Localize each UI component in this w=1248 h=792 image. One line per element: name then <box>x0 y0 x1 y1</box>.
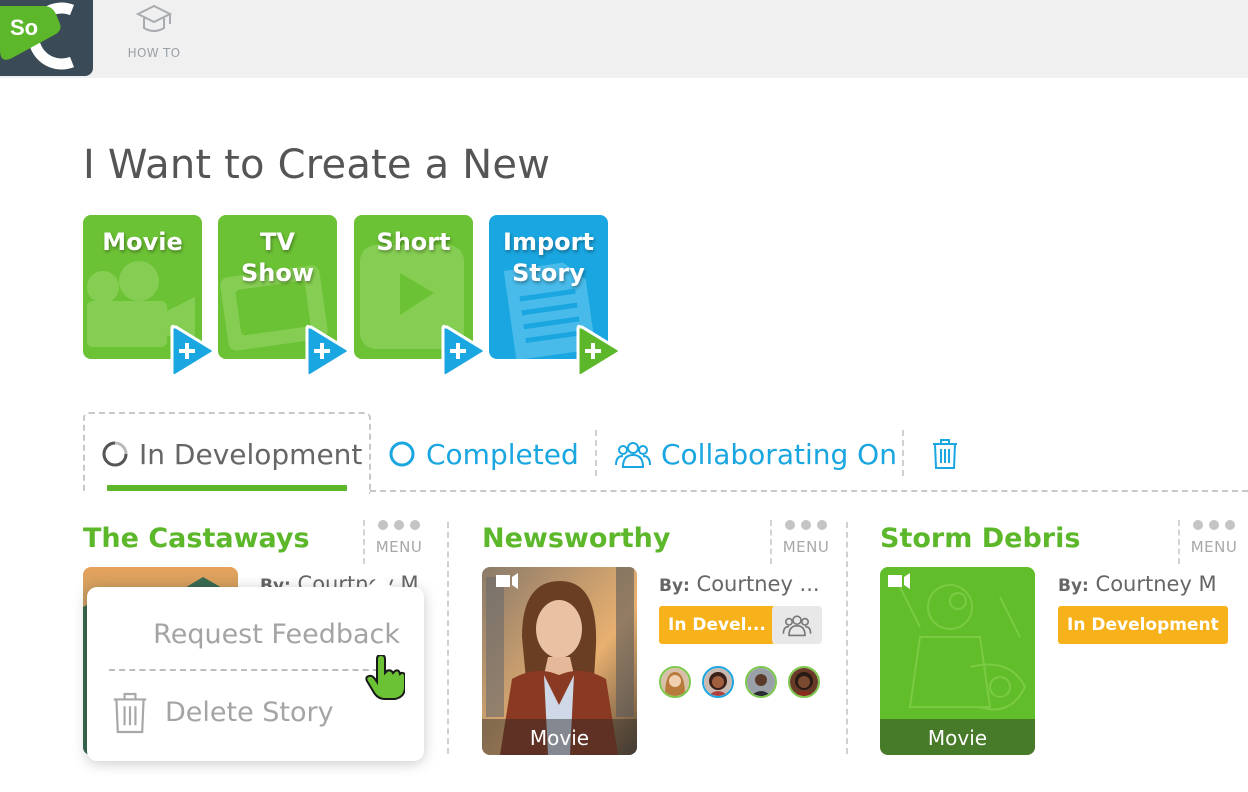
author-name: Courtney ... <box>696 572 820 596</box>
more-dots-icon <box>365 520 433 530</box>
create-tv-show-tile[interactable]: TV Show <box>218 215 350 378</box>
status-badge: In Development <box>1058 606 1228 644</box>
hand-pointer-cursor-icon <box>365 655 405 700</box>
tab-baseline <box>370 490 1248 492</box>
by-label: By: <box>1058 576 1089 596</box>
create-movie-tile[interactable]: Movie <box>83 215 215 378</box>
by-label: By: <box>659 576 690 596</box>
torn-paper-edge <box>0 60 1248 76</box>
story-tabs: In Development Completed Collaborating O… <box>83 412 1248 494</box>
story-title[interactable]: Newsworthy <box>482 523 670 554</box>
story-menu-button[interactable]: MENU <box>1178 520 1248 564</box>
import-story-tile[interactable]: Import Story <box>489 215 621 378</box>
page-title: I Want to Create a New <box>83 142 551 188</box>
trash-icon <box>933 439 957 469</box>
tab-label: Collaborating On <box>661 437 897 471</box>
story-byline: By: Courtney ... <box>659 572 820 596</box>
story-card-storm-debris: Storm Debris MENU Movie By: Courtney M I… <box>880 520 1248 760</box>
story-menu-button[interactable]: MENU <box>770 520 840 564</box>
column-divider <box>447 522 449 754</box>
circle-icon <box>389 441 415 467</box>
add-movie-button[interactable] <box>168 323 216 379</box>
collaborator-avatar[interactable] <box>745 666 777 698</box>
tab-label: Completed <box>426 437 579 471</box>
graduation-cap-icon <box>135 4 173 32</box>
story-poster[interactable]: Movie <box>880 567 1035 755</box>
story-poster[interactable]: Movie <box>482 567 637 755</box>
menu-label: MENU <box>1190 538 1238 556</box>
poster-caption: Movie <box>482 719 637 755</box>
in-progress-circle-icon <box>102 441 128 467</box>
more-dots-icon <box>772 520 840 530</box>
people-group-icon <box>615 442 651 468</box>
collaborator-avatar[interactable] <box>788 666 820 698</box>
active-tab-indicator <box>107 485 347 491</box>
app-logo[interactable]: So <box>0 0 93 76</box>
story-menu-button[interactable]: MENU <box>363 520 433 564</box>
delete-story-item[interactable]: Delete Story <box>165 697 334 728</box>
menu-label: MENU <box>782 538 830 556</box>
how-to-label: HOW TO <box>127 46 181 60</box>
tab-collaborating-on[interactable]: Collaborating On <box>615 434 897 474</box>
tab-label: In Development <box>139 437 363 471</box>
tab-divider <box>595 430 597 476</box>
tile-label: Import Story <box>503 228 594 287</box>
tab-in-development[interactable]: In Development <box>101 434 362 474</box>
create-short-tile[interactable]: Short <box>354 215 486 378</box>
tab-divider <box>902 430 904 476</box>
story-byline: By: Courtney M <box>1058 572 1217 596</box>
add-import-story-button[interactable] <box>574 323 622 379</box>
story-card-newsworthy: Newsworthy MENU Movie By: Courtney ... I… <box>482 520 832 760</box>
tile-label: TV Show <box>240 228 315 287</box>
logo-text: So <box>10 15 38 40</box>
add-short-button[interactable] <box>439 323 487 379</box>
collaborators-button[interactable] <box>772 606 822 644</box>
trash-icon <box>113 692 147 734</box>
tab-trash[interactable] <box>931 434 959 474</box>
poster-caption: Movie <box>880 719 1035 755</box>
tile-label: Movie <box>102 228 183 256</box>
story-title[interactable]: Storm Debris <box>880 523 1080 554</box>
story-options-menu: Request Feedback Delete Story <box>87 575 424 761</box>
request-feedback-item[interactable]: Request Feedback <box>153 619 400 650</box>
column-divider <box>846 522 848 754</box>
status-badge: In Devel... <box>659 606 775 644</box>
menu-label: MENU <box>375 538 423 556</box>
menu-divider <box>109 669 389 671</box>
add-tv-show-button[interactable] <box>303 323 351 379</box>
tab-completed[interactable]: Completed <box>388 434 579 474</box>
author-name: Courtney M <box>1095 572 1217 596</box>
collaborator-avatar[interactable] <box>702 666 734 698</box>
people-group-icon <box>782 615 812 637</box>
menu-pointer <box>367 575 393 588</box>
more-dots-icon <box>1180 520 1248 530</box>
how-to-button[interactable]: HOW TO <box>118 2 190 60</box>
story-title[interactable]: The Castaways <box>83 523 310 554</box>
tile-label: Short <box>376 228 451 256</box>
collaborator-avatar[interactable] <box>659 666 691 698</box>
